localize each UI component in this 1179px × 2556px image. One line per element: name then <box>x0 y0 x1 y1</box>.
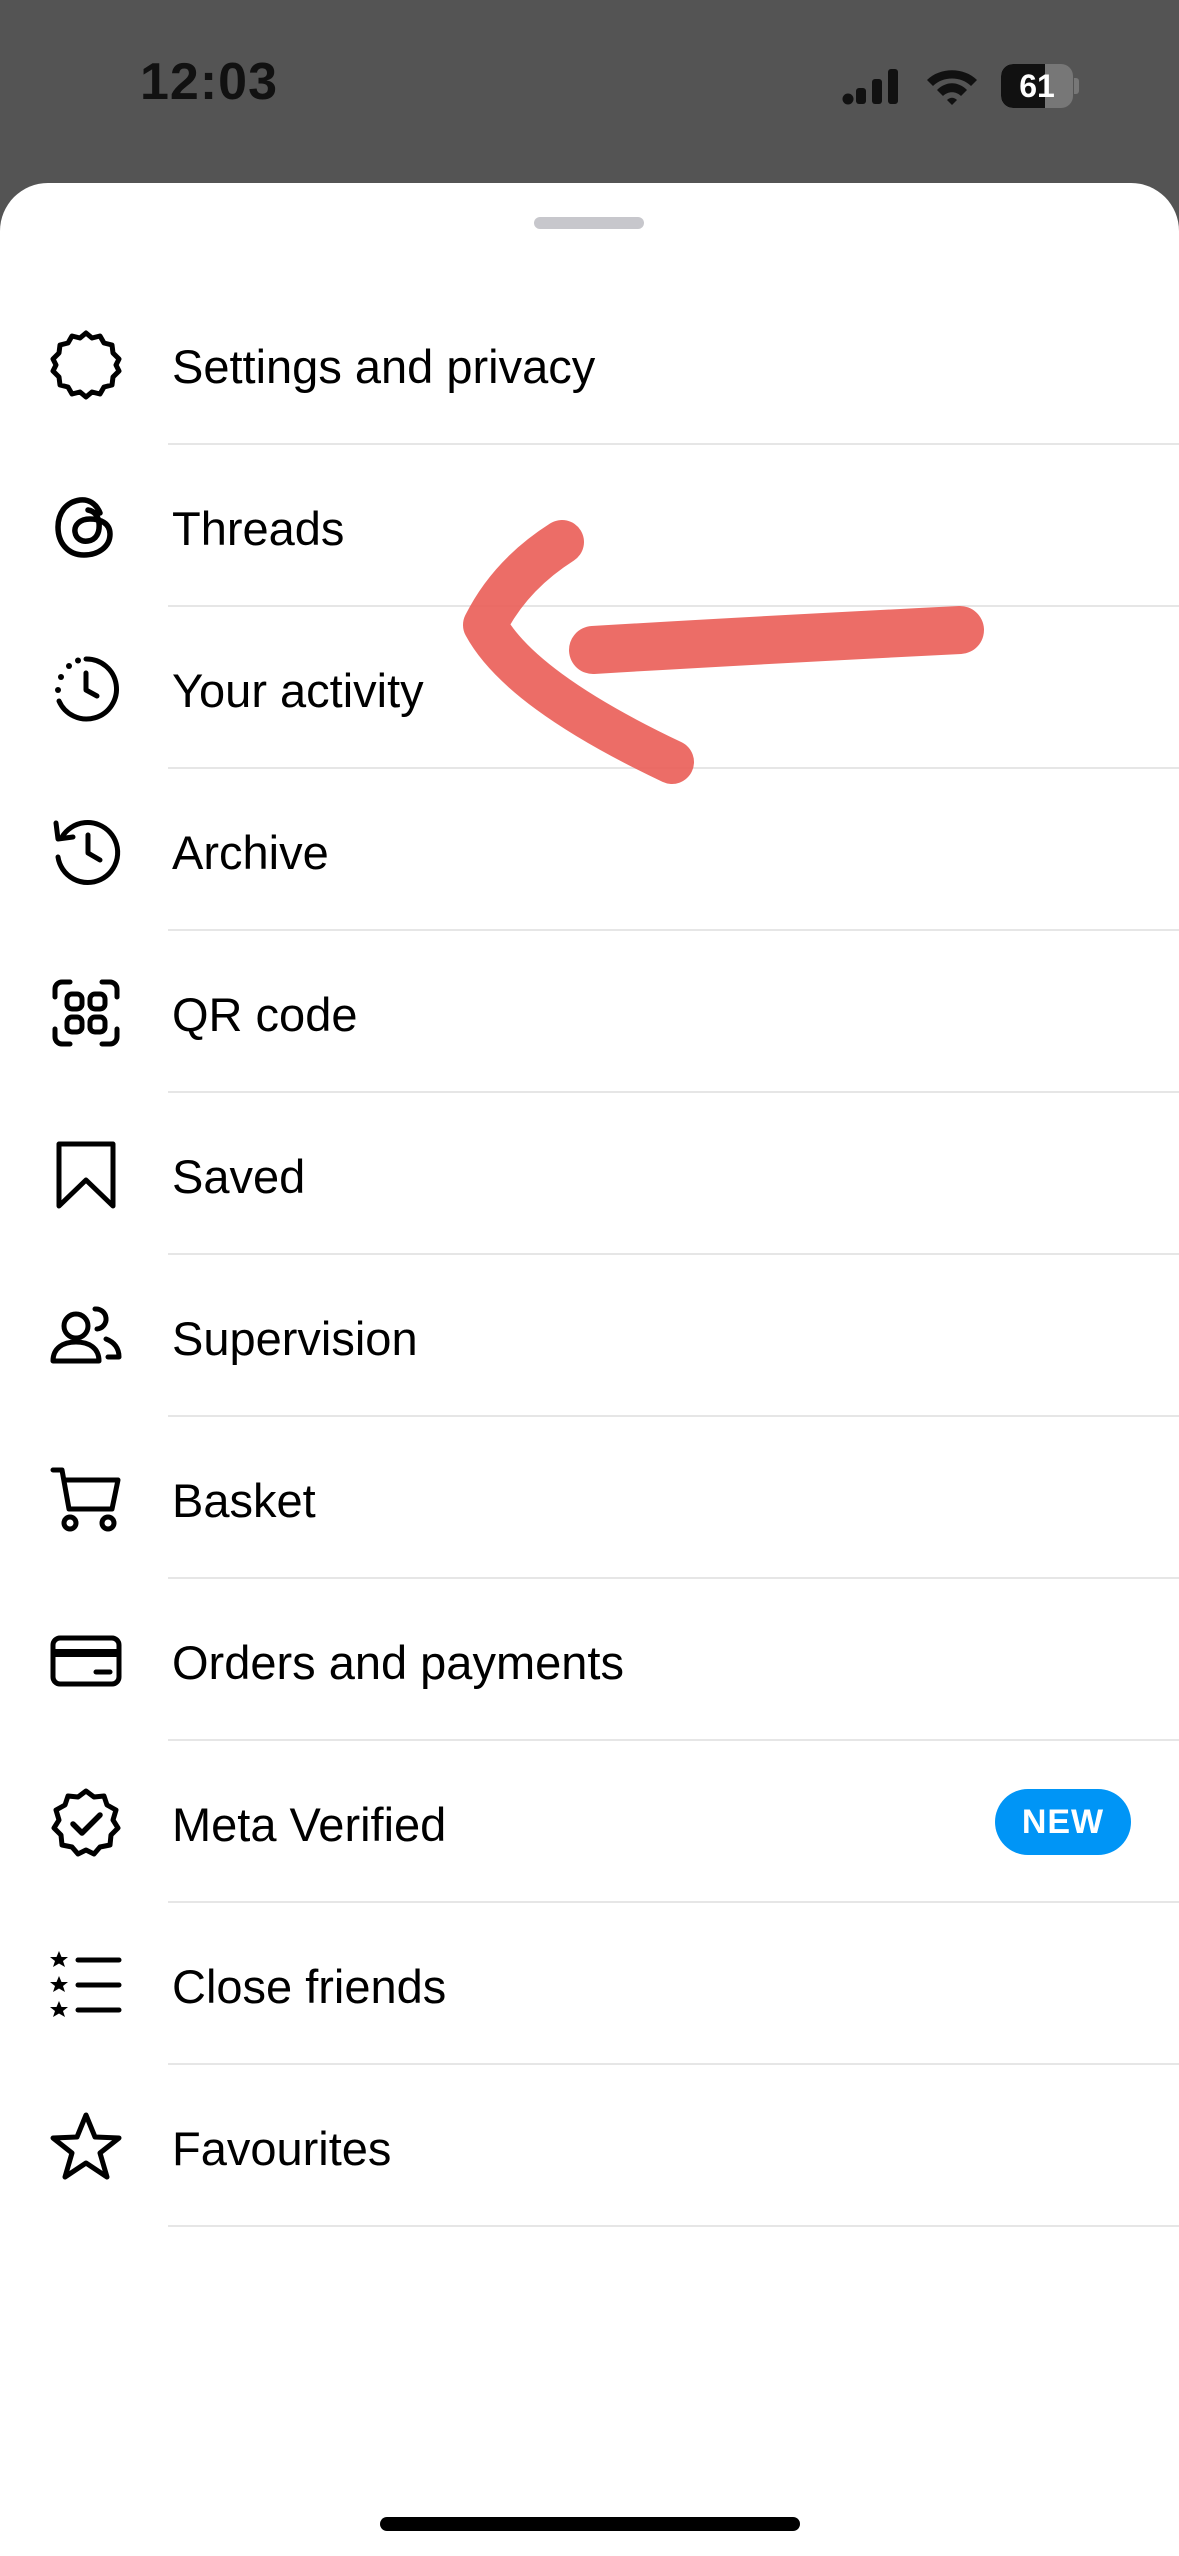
menu-item-label: Settings and privacy <box>172 340 596 393</box>
menu-item-label: Supervision <box>172 1312 418 1365</box>
status-icons: 61 <box>841 62 1079 110</box>
menu-item-supervision[interactable]: Supervision <box>0 1255 1179 1417</box>
menu-item-label: Close friends <box>172 1960 447 2013</box>
menu-item-saved[interactable]: Saved <box>0 1093 1179 1255</box>
menu-sheet: Settings and privacy Threads Your activi… <box>0 183 1179 2556</box>
menu-item-label: Your activity <box>172 664 424 717</box>
menu-item-settings-and-privacy[interactable]: Settings and privacy <box>0 283 1179 445</box>
menu-item-label: QR code <box>172 988 358 1041</box>
cellular-signal-icon <box>842 69 898 105</box>
menu-item-label: Orders and payments <box>172 1636 624 1689</box>
threads-icon <box>50 491 122 563</box>
menu-item-threads[interactable]: Threads <box>0 445 1179 607</box>
menu-item-label: Basket <box>172 1474 316 1527</box>
bookmark-icon <box>50 1139 122 1211</box>
qr-code-icon <box>50 977 122 1049</box>
menu-item-label: Threads <box>172 502 345 555</box>
menu-item-archive[interactable]: Archive <box>0 769 1179 931</box>
battery-indicator: 61 <box>1001 64 1079 108</box>
status-bar: 12:03 61 <box>0 0 1179 180</box>
menu-list: Settings and privacy Threads Your activi… <box>0 283 1179 2227</box>
menu-item-label: Favourites <box>172 2122 392 2175</box>
basket-icon <box>50 1463 122 1535</box>
divider <box>168 2225 1179 2227</box>
close-friends-icon <box>50 1949 122 2021</box>
activity-icon <box>50 653 122 725</box>
supervision-icon <box>50 1301 122 1373</box>
new-badge: NEW <box>995 1789 1131 1855</box>
archive-icon <box>50 815 122 887</box>
menu-item-orders-and-payments[interactable]: Orders and payments <box>0 1579 1179 1741</box>
menu-item-label: Saved <box>172 1150 306 1203</box>
wifi-icon <box>927 70 977 105</box>
home-indicator[interactable] <box>380 2517 800 2531</box>
menu-item-qr-code[interactable]: QR code <box>0 931 1179 1093</box>
battery-level: 61 <box>1019 68 1055 104</box>
star-icon <box>50 2111 122 2183</box>
sheet-grabber[interactable] <box>534 217 644 229</box>
menu-item-favourites[interactable]: Favourites <box>0 2065 1179 2227</box>
menu-item-label: Meta Verified <box>172 1798 447 1851</box>
menu-item-your-activity[interactable]: Your activity <box>0 607 1179 769</box>
settings-icon <box>50 329 122 401</box>
menu-item-close-friends[interactable]: Close friends <box>0 1903 1179 2065</box>
menu-item-meta-verified[interactable]: Meta Verified NEW <box>0 1741 1179 1903</box>
verified-badge-icon <box>50 1787 122 1859</box>
card-icon <box>50 1625 122 1697</box>
status-time: 12:03 <box>140 53 278 111</box>
menu-item-basket[interactable]: Basket <box>0 1417 1179 1579</box>
menu-item-label: Archive <box>172 826 329 879</box>
